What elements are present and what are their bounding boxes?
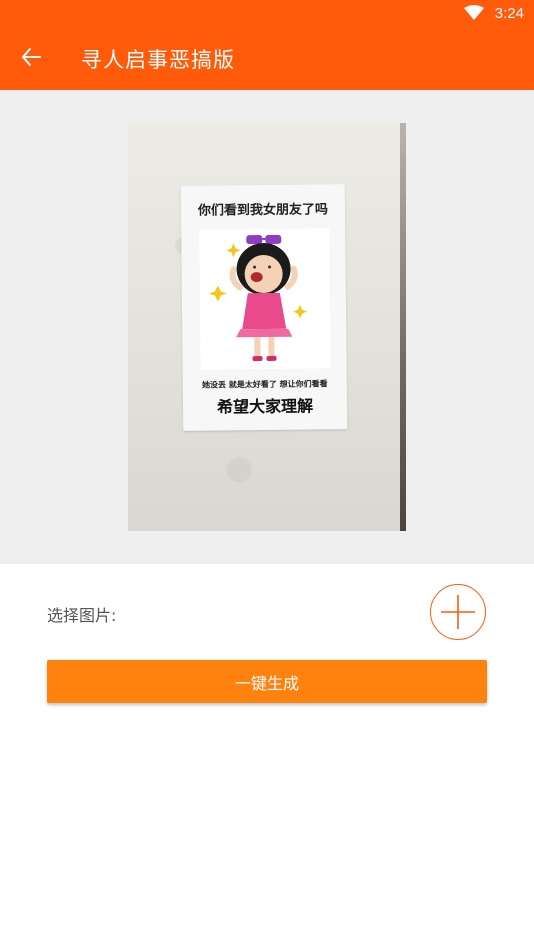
preview-area: 你们看到我女朋友了吗 她没丢 就是太好看了 想让你们看看 希望大家理解 xyxy=(0,90,534,564)
generate-button[interactable]: 一键生成 xyxy=(47,660,487,703)
add-image-button[interactable] xyxy=(430,584,486,640)
cartoon-girl-figure xyxy=(199,228,331,370)
poster-sub-text: 她没丢 就是太好看了 想让你们看看 xyxy=(201,379,328,390)
arrow-left-icon xyxy=(20,46,42,72)
generate-button-label: 一键生成 xyxy=(234,673,299,693)
status-time: 3:24 xyxy=(494,5,524,22)
wifi-icon xyxy=(464,5,484,25)
plus-icon xyxy=(431,595,485,643)
status-bar: 3:24 xyxy=(0,0,534,28)
poster-bottom-text: 希望大家理解 xyxy=(216,396,314,417)
wall-edge xyxy=(400,123,406,531)
poster: 你们看到我女朋友了吗 她没丢 就是太好看了 想让你们看看 希望大家理解 xyxy=(180,184,348,431)
poster-top-text: 你们看到我女朋友了吗 xyxy=(197,202,329,219)
app-bar: 寻人启事恶搞版 xyxy=(0,28,534,90)
select-image-label: 选择图片: xyxy=(47,606,117,625)
back-button[interactable] xyxy=(10,38,52,80)
preview-image: 你们看到我女朋友了吗 她没丢 就是太好看了 想让你们看看 希望大家理解 xyxy=(128,123,406,531)
page-title: 寻人启事恶搞版 xyxy=(81,48,235,72)
